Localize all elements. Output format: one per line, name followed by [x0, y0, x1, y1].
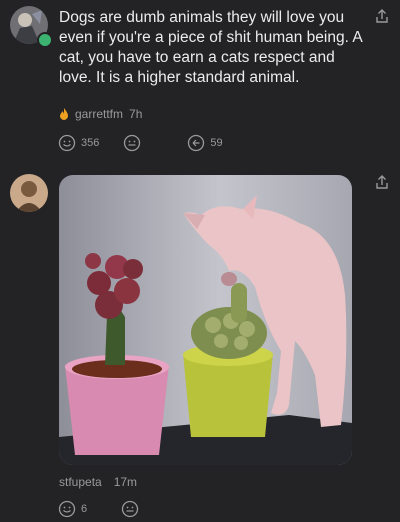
- add-reaction-icon: [121, 500, 139, 518]
- post-photo[interactable]: [59, 175, 352, 465]
- share-icon[interactable]: [374, 174, 390, 190]
- like-button[interactable]: 6: [58, 500, 87, 518]
- timestamp: 17m: [113, 475, 138, 489]
- cat-and-cactus-photo: [59, 175, 352, 465]
- post-meta: stfupeta 17m: [59, 475, 137, 489]
- like-count: 6: [81, 503, 88, 515]
- avatar[interactable]: [10, 174, 48, 212]
- post-actions: 6: [58, 500, 139, 518]
- username[interactable]: stfupeta: [59, 475, 102, 489]
- post-2: stfupeta 17m 6: [0, 0, 400, 522]
- smile-icon: [58, 500, 76, 518]
- react-button[interactable]: [121, 500, 139, 518]
